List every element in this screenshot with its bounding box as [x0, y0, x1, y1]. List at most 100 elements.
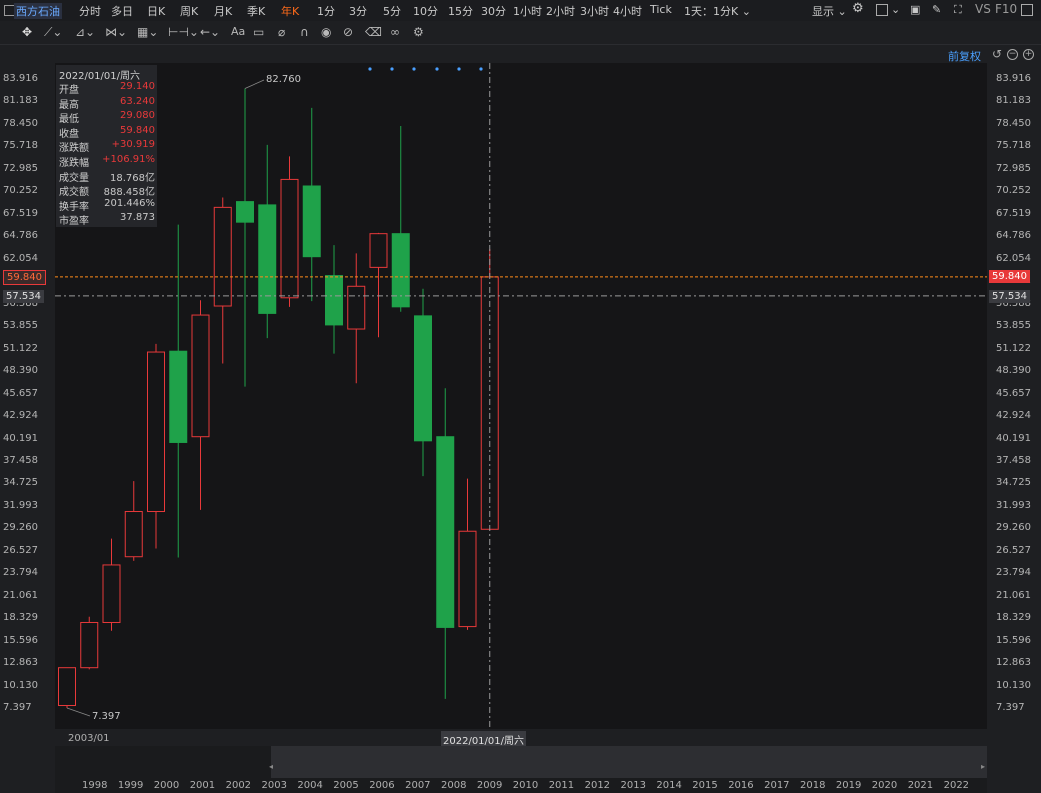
- navigator-handle-right[interactable]: ▸: [981, 762, 985, 771]
- info-key: 涨跌幅: [59, 158, 89, 169]
- navigator-year: 2010: [512, 780, 539, 791]
- price-tick: 40.191: [3, 432, 38, 444]
- ohlc-info-panel: 2022/01/01/周六 开盘 29.140 最高 63.240 最低 29.080 收盘…: [56, 65, 157, 227]
- price-tick: 67.519: [3, 207, 38, 219]
- navigator-year: 1998: [82, 780, 108, 791]
- candle-body: [191, 314, 210, 438]
- info-row: 换手率 201.446%: [59, 197, 155, 213]
- low-price-label: 7.397: [92, 711, 121, 722]
- info-value: 63.240: [120, 95, 155, 107]
- navigator-year: 2005: [333, 780, 359, 791]
- price-tick: 75.718: [3, 140, 38, 152]
- event-marker: [368, 67, 372, 71]
- price-tick: 31.993: [3, 499, 38, 511]
- candle-body: [325, 275, 343, 326]
- price-tick: 48.390: [996, 365, 1031, 377]
- info-row: 最高 63.240: [59, 95, 155, 111]
- price-tick: 45.657: [3, 387, 38, 399]
- navigator-year: 2013: [620, 780, 646, 791]
- navigator-year: 2012: [584, 780, 611, 791]
- event-marker: [412, 67, 416, 71]
- info-value: 201.446%: [104, 197, 155, 209]
- candle-body: [458, 530, 477, 628]
- candle-body: [369, 233, 388, 268]
- price-tick: 64.786: [996, 230, 1031, 242]
- price-tick: 78.450: [3, 117, 38, 129]
- price-tick: 62.054: [3, 252, 38, 264]
- info-value: 29.080: [120, 110, 155, 122]
- navigator-handle-left[interactable]: ◂: [269, 762, 273, 771]
- high-leader-line: [244, 79, 265, 89]
- info-row: 成交额 888.458亿: [59, 183, 155, 199]
- navigator-year: 2019: [835, 780, 862, 791]
- current-price-tag-right: 59.840: [989, 270, 1030, 283]
- event-marker: [457, 67, 461, 71]
- crosshair-price-tag-left: 57.534: [3, 290, 44, 303]
- navigator-year: 2011: [548, 780, 575, 791]
- price-tick: 15.596: [996, 634, 1031, 646]
- candle-body: [236, 201, 254, 223]
- price-tick: 29.260: [996, 522, 1031, 534]
- price-tick: 18.329: [996, 612, 1031, 624]
- navigator-year: 2000: [153, 780, 180, 791]
- navigator-year: 2006: [369, 780, 395, 791]
- info-key: 涨跌额: [59, 143, 89, 155]
- price-tick: 7.397: [3, 702, 32, 714]
- candle-body: [169, 350, 188, 443]
- navigator-year: 2007: [405, 780, 431, 791]
- candle-body: [213, 206, 232, 307]
- price-tick: 34.725: [3, 477, 38, 489]
- candle-body: [347, 285, 366, 330]
- price-tick: 51.122: [3, 342, 38, 354]
- navigator-window[interactable]: [271, 746, 987, 778]
- price-tick: 72.985: [3, 162, 38, 174]
- price-tick: 72.985: [996, 162, 1031, 174]
- price-tick: 26.527: [996, 544, 1031, 556]
- price-tick: 21.061: [996, 589, 1031, 601]
- navigator-year: 2014: [656, 780, 682, 791]
- navigator-year: 2008: [441, 780, 467, 791]
- candle-body: [436, 436, 455, 628]
- info-row: 最低 29.080: [59, 110, 155, 126]
- candle-body: [414, 315, 432, 442]
- current-price-tag-left: 59.840: [3, 270, 46, 285]
- info-value: 37.873: [120, 212, 155, 224]
- candle-body: [124, 511, 143, 558]
- event-marker: [390, 67, 394, 71]
- info-key: 换手率: [59, 201, 89, 213]
- candle-body: [302, 185, 321, 258]
- info-key: 最高: [59, 99, 79, 111]
- info-key: 最低: [59, 114, 79, 126]
- info-value: 888.458亿: [103, 187, 155, 199]
- price-tick: 34.725: [996, 477, 1031, 489]
- price-tick: 42.924: [3, 410, 38, 422]
- price-tick: 42.924: [996, 410, 1031, 422]
- price-tick: 12.863: [3, 657, 38, 669]
- price-tick: 53.855: [3, 320, 38, 332]
- price-tick: 70.252: [996, 185, 1031, 197]
- navigator-year: 2020: [871, 780, 898, 791]
- price-tick: 15.596: [3, 634, 38, 646]
- price-tick: 23.794: [996, 567, 1031, 579]
- price-tick: 83.916: [996, 73, 1031, 84]
- crosshair-price-tag-right: 57.534: [989, 290, 1030, 303]
- price-tick: 18.329: [3, 612, 38, 624]
- info-value: 18.768亿: [110, 172, 155, 184]
- high-price-label: 82.760: [266, 74, 301, 85]
- navigator-year: 2009: [476, 780, 503, 791]
- info-key: 成交量: [59, 172, 89, 184]
- info-key: 成交额: [59, 187, 89, 199]
- info-row: 成交量 18.768亿: [59, 169, 155, 184]
- price-tick: 37.458: [3, 454, 38, 466]
- price-tick: 67.519: [996, 207, 1031, 219]
- info-key: 收盘: [59, 128, 79, 140]
- info-row: 市盈率 37.873: [59, 212, 155, 227]
- price-tick: 62.054: [996, 252, 1031, 264]
- info-value: +30.919: [111, 139, 155, 151]
- info-row: 涨跌额 +30.919: [59, 139, 155, 155]
- candle-body: [280, 178, 299, 299]
- price-tick: 23.794: [3, 567, 38, 579]
- price-tick: 81.183: [3, 95, 38, 107]
- price-tick: 83.916: [3, 73, 38, 84]
- info-row: 开盘 29.140: [59, 81, 155, 96]
